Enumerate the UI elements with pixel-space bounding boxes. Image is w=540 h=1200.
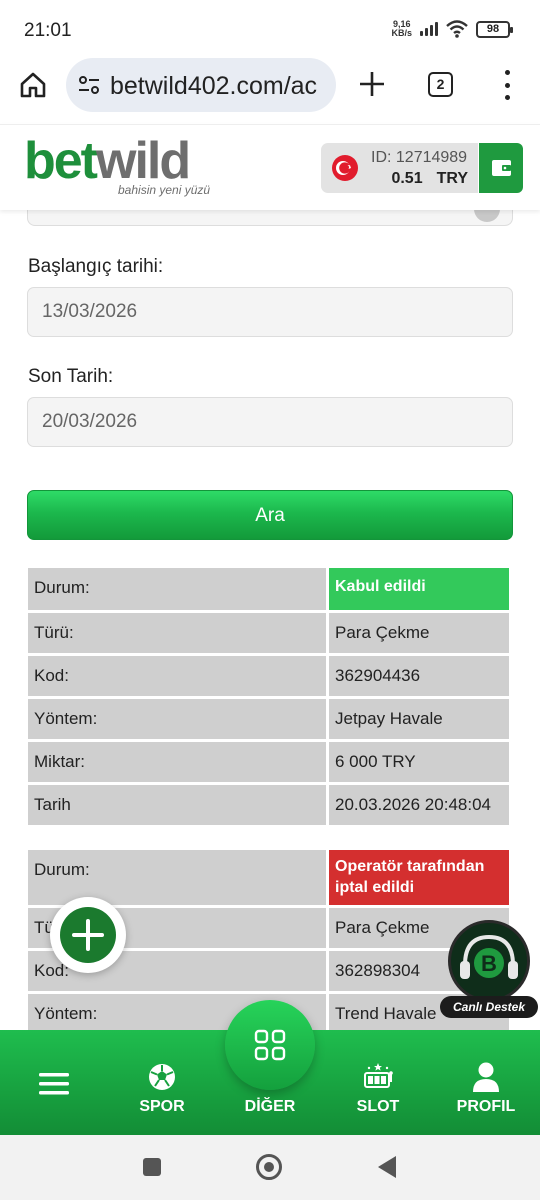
nav-other-button[interactable] xyxy=(225,1000,315,1090)
nav-other-label: DİĞER xyxy=(244,1098,296,1115)
nav-profile[interactable]: PROFIL xyxy=(436,1060,536,1116)
wifi-icon xyxy=(446,20,468,38)
account-id: ID: 12714989 xyxy=(371,149,468,166)
table-row: Tarih 20.03.2026 20:48:04 xyxy=(28,785,512,825)
battery-icon: 98 xyxy=(476,20,513,38)
grid-icon xyxy=(254,1029,286,1061)
type-label: Türü: xyxy=(28,613,326,653)
tab-switcher-button[interactable]: 2 xyxy=(428,72,453,97)
logo-tagline: bahisin yeni yüzü xyxy=(118,183,211,197)
table-row: Türü: Para Çekme xyxy=(28,613,512,653)
more-menu-icon[interactable] xyxy=(500,70,514,100)
soccer-ball-icon xyxy=(149,1064,175,1090)
end-date-label: Son Tarih: xyxy=(28,366,114,387)
browser-toolbar: betwild402.com/ac 2 xyxy=(0,56,540,124)
live-support-label: Canlı Destek xyxy=(440,996,538,1018)
turkey-flag-icon xyxy=(332,155,358,181)
code-label: Kod: xyxy=(28,656,326,696)
account-panel[interactable]: ID: 12714989 0.51 TRY xyxy=(321,143,478,193)
nav-slot-label: SLOT xyxy=(356,1098,400,1115)
status-badge: Kabul edildi xyxy=(329,568,509,610)
hamburger-icon xyxy=(39,1073,69,1095)
logo-part-bet: bet xyxy=(24,132,98,190)
nav-slot[interactable]: SLOT xyxy=(328,1060,428,1116)
nav-hamburger[interactable] xyxy=(4,1072,104,1101)
site-header: betwild bahisin yeni yüzü ID: 12714989 0… xyxy=(0,124,540,210)
new-tab-icon[interactable] xyxy=(356,68,388,100)
site-logo[interactable]: betwild xyxy=(24,132,191,190)
support-badge-letter: B xyxy=(481,951,497,976)
account-balance: 0.51 TRY xyxy=(391,170,468,188)
wallet-icon xyxy=(492,160,511,176)
status-label: Durum: xyxy=(28,568,326,610)
logo-part-wild: wild xyxy=(96,132,191,190)
table-row: Durum: Operatör tarafından iptal edildi xyxy=(28,850,512,905)
system-nav-bar xyxy=(0,1135,540,1200)
status-label: Durum: xyxy=(28,850,326,905)
date-value: 20.03.2026 20:48:04 xyxy=(329,785,509,825)
method-label: Yöntem: xyxy=(28,699,326,739)
balance-amount: 0.51 xyxy=(391,170,423,187)
nav-sport[interactable]: SPOR xyxy=(112,1060,212,1116)
type-value: Para Çekme xyxy=(329,613,509,653)
select-field-partial[interactable] xyxy=(27,204,513,226)
back-icon[interactable] xyxy=(378,1156,396,1178)
amount-label: Miktar: xyxy=(28,742,326,782)
status-badge: Operatör tarafından iptal edildi xyxy=(329,850,509,905)
method-value: Jetpay Havale xyxy=(329,699,509,739)
site-settings-icon[interactable] xyxy=(78,75,100,95)
add-button[interactable] xyxy=(50,897,126,973)
url-text: betwild402.com/ac xyxy=(110,72,318,100)
recent-apps-icon[interactable] xyxy=(143,1158,161,1176)
net-speed-unit: KB/s xyxy=(391,28,412,38)
plus-icon xyxy=(72,919,104,951)
search-button[interactable]: Ara xyxy=(27,490,513,540)
status-time: 21:01 xyxy=(24,20,72,41)
table-row: Durum: Kabul edildi xyxy=(28,568,512,610)
user-icon xyxy=(473,1062,499,1092)
net-speed: 9,16 KB/s xyxy=(391,20,412,38)
code-value: 362904436 xyxy=(329,656,509,696)
signal-icon xyxy=(420,22,438,36)
nav-profile-label: PROFIL xyxy=(456,1098,516,1115)
home-circle-icon[interactable] xyxy=(256,1154,282,1180)
status-icons: 9,16 KB/s 98 xyxy=(391,20,513,38)
live-support-button[interactable]: B Canlı Destek xyxy=(440,918,540,1022)
date-label: Tarih xyxy=(28,785,326,825)
table-row: Miktar: 6 000 TRY xyxy=(28,742,512,782)
home-icon[interactable] xyxy=(18,70,48,100)
nav-sport-label: SPOR xyxy=(139,1098,185,1115)
start-date-label: Başlangıç tarihi: xyxy=(28,256,164,277)
amount-value: 6 000 TRY xyxy=(329,742,509,782)
slot-machine-icon xyxy=(364,1063,393,1088)
table-row: Yöntem: Jetpay Havale xyxy=(28,699,512,739)
address-bar[interactable]: betwild402.com/ac xyxy=(66,58,336,112)
table-row: Kod: 362904436 xyxy=(28,656,512,696)
start-date-input[interactable]: 13/03/2026 xyxy=(27,287,513,337)
end-date-input[interactable]: 20/03/2026 xyxy=(27,397,513,447)
wallet-button[interactable] xyxy=(479,143,523,193)
balance-currency: TRY xyxy=(436,170,468,187)
status-bar: 21:01 9,16 KB/s 98 xyxy=(0,0,540,56)
headset-icon: B xyxy=(448,920,530,1002)
transaction-record: Durum: Kabul edildi Türü: Para Çekme Kod… xyxy=(28,568,512,828)
